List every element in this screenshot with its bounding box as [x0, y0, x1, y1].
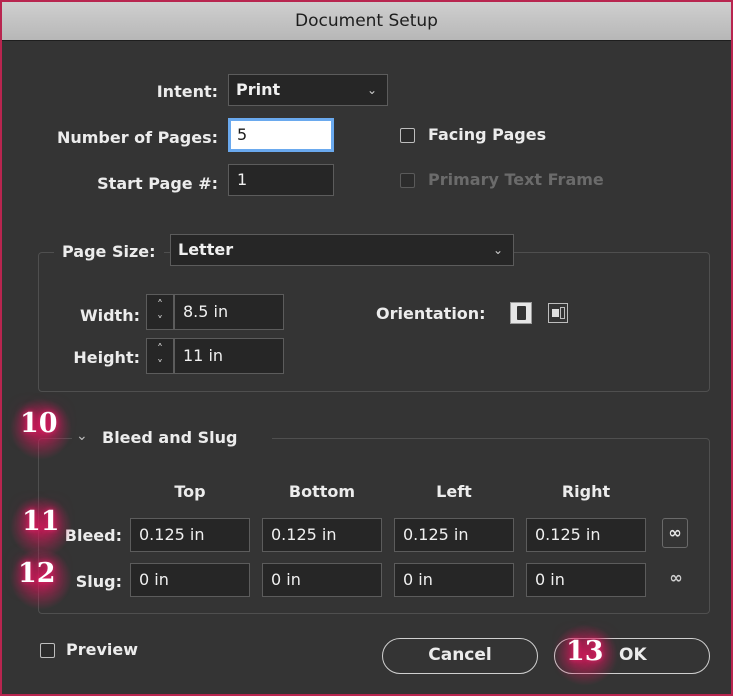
column-top: Top: [174, 482, 206, 501]
broken-chain-link-icon[interactable]: ∞: [664, 564, 688, 592]
start-page-input[interactable]: 1: [228, 164, 334, 196]
slug-right-input[interactable]: 0 in: [526, 563, 646, 597]
facing-pages-checkbox[interactable]: [400, 128, 415, 143]
height-input[interactable]: 11 in: [174, 338, 284, 374]
bleed-right-input[interactable]: 0.125 in: [526, 518, 646, 552]
width-input[interactable]: 8.5 in: [174, 294, 284, 330]
bleed-bottom-input[interactable]: 0.125 in: [262, 518, 382, 552]
bleed-top-input[interactable]: 0.125 in: [130, 518, 250, 552]
chevron-down-icon: ⌄: [366, 83, 377, 97]
page-size-label: Page Size:: [54, 242, 164, 261]
width-label: Width:: [79, 306, 140, 325]
height-label: Height:: [73, 348, 140, 367]
step-marker-11: 11: [22, 506, 60, 537]
intent-label: Intent:: [156, 82, 218, 101]
chevron-down-icon: ⌄: [492, 243, 503, 257]
dialog-title: Document Setup: [2, 2, 731, 41]
page-size-value: Letter: [178, 240, 234, 259]
number-of-pages-input[interactable]: 5: [228, 118, 334, 152]
height-stepper-icon[interactable]: ˄ ˅: [146, 338, 174, 374]
landscape-orientation-icon[interactable]: [548, 303, 568, 323]
document-setup-dialog: Document Setup Intent: Print ⌄ Number of…: [0, 0, 733, 696]
chevron-down-icon[interactable]: ⌄: [76, 428, 88, 444]
start-page-label: Start Page #:: [97, 174, 218, 193]
step-marker-10: 10: [20, 408, 58, 439]
intent-select[interactable]: Print ⌄: [228, 74, 388, 106]
bleed-and-slug-title[interactable]: Bleed and Slug: [102, 428, 237, 447]
step-marker-12: 12: [18, 558, 56, 589]
slug-bottom-input[interactable]: 0 in: [262, 563, 382, 597]
width-stepper-icon[interactable]: ˄ ˅: [146, 294, 174, 330]
facing-pages-label: Facing Pages: [428, 125, 547, 144]
number-of-pages-label: Number of Pages:: [56, 128, 218, 147]
intent-value: Print: [236, 80, 281, 99]
preview-checkbox[interactable]: [40, 643, 55, 658]
slug-left-input[interactable]: 0 in: [394, 563, 514, 597]
primary-text-frame-checkbox: [400, 173, 415, 188]
page-size-select[interactable]: Letter ⌄: [170, 234, 514, 266]
bleed-left-input[interactable]: 0.125 in: [394, 518, 514, 552]
primary-text-frame-label: Primary Text Frame: [428, 170, 604, 189]
column-bottom: Bottom: [288, 482, 356, 501]
step-marker-13: 13: [566, 636, 604, 667]
column-left: Left: [436, 482, 472, 501]
chain-link-icon[interactable]: ∞: [662, 518, 688, 548]
cancel-button[interactable]: Cancel: [382, 638, 538, 674]
preview-label: Preview: [66, 640, 139, 659]
portrait-orientation-icon[interactable]: [510, 302, 532, 324]
orientation-label: Orientation:: [376, 304, 486, 323]
column-right: Right: [561, 482, 611, 501]
slug-top-input[interactable]: 0 in: [130, 563, 250, 597]
